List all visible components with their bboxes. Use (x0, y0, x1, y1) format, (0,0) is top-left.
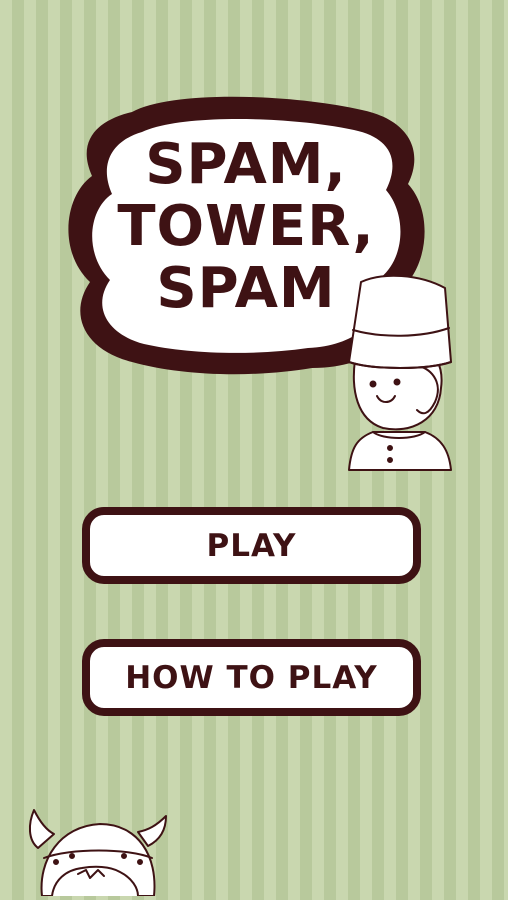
how-to-play-button[interactable]: HOW TO PLAY (82, 639, 421, 716)
guard-mascot-icon (343, 270, 455, 475)
title-line-2: TOWER, (117, 194, 375, 259)
viking-mascot-icon (20, 800, 180, 897)
play-button[interactable]: PLAY (82, 507, 421, 584)
title-line-1: SPAM, (145, 132, 347, 197)
